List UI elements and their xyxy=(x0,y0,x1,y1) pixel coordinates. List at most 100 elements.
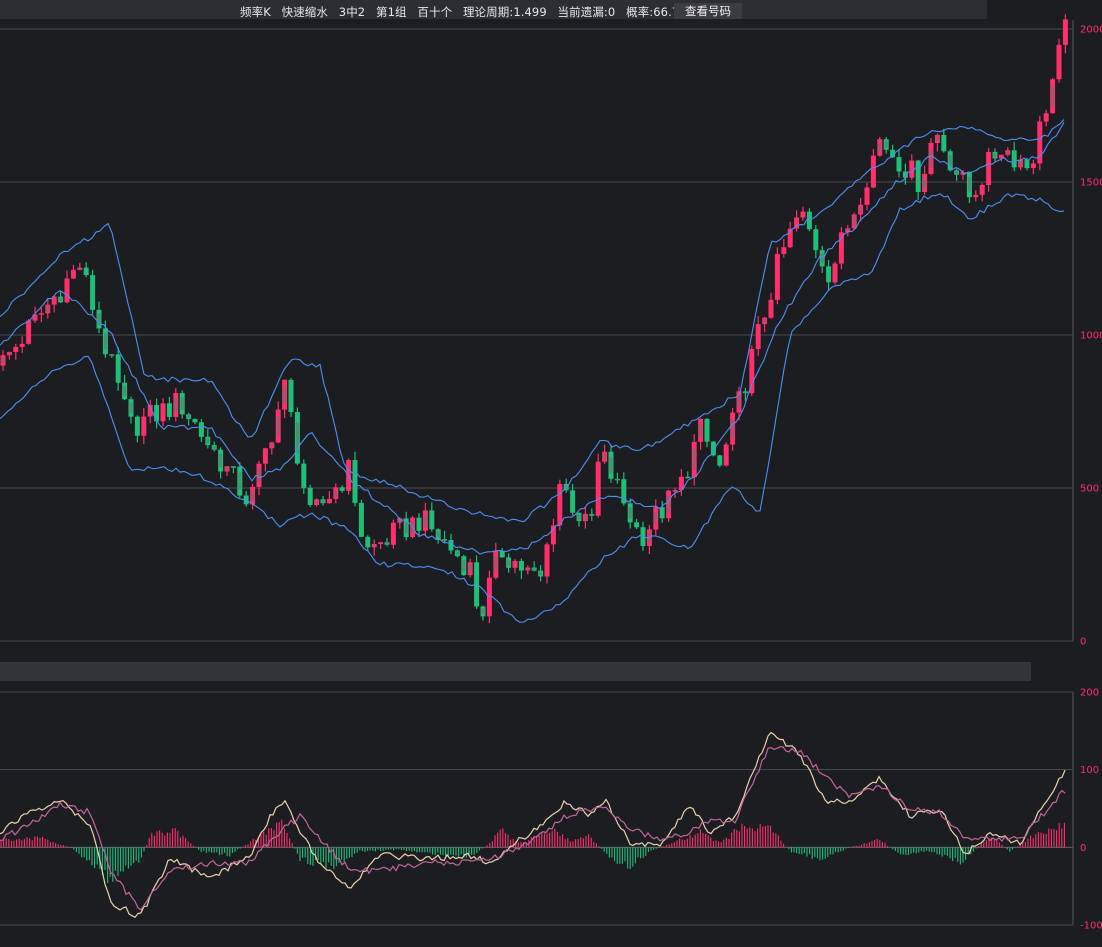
candle-shade xyxy=(59,297,63,302)
candle-shade xyxy=(423,514,427,527)
price-tick-label: 2000 xyxy=(1080,25,1102,36)
candle-body xyxy=(166,403,172,418)
candle-shade xyxy=(692,448,696,471)
candle-shade xyxy=(110,354,114,356)
price-tick-label: 1500 xyxy=(1080,178,1102,189)
candle-shade xyxy=(820,253,824,264)
candle-shade xyxy=(78,268,82,270)
candle-shade xyxy=(462,559,466,572)
candle-body xyxy=(198,422,204,437)
candle-body xyxy=(800,211,806,218)
candle-body xyxy=(115,354,121,383)
candle-shade xyxy=(1019,161,1023,166)
candle-body xyxy=(832,263,838,283)
candle-shade xyxy=(129,402,133,414)
candle-shade xyxy=(206,438,210,444)
candle-shade xyxy=(276,416,280,436)
candle-body xyxy=(774,253,780,300)
candle-shade xyxy=(372,544,376,547)
candle-body xyxy=(1062,19,1068,45)
macd-slow-line xyxy=(0,746,1066,911)
candle-shade xyxy=(180,397,184,411)
candle-shade xyxy=(532,568,536,571)
candle-body xyxy=(749,348,755,394)
candle-body xyxy=(192,419,198,423)
candle-body xyxy=(864,187,870,205)
candle-body xyxy=(1056,44,1062,80)
candle-body xyxy=(19,343,25,347)
candle-shade xyxy=(967,177,971,193)
candle-body xyxy=(160,403,166,422)
candle-body xyxy=(973,194,979,198)
candle-shade xyxy=(251,490,255,501)
price-tick-label: 500 xyxy=(1080,484,1099,495)
candle-body xyxy=(26,320,32,344)
candle-body xyxy=(806,211,812,230)
candle-body xyxy=(1043,113,1049,122)
candle-body xyxy=(704,418,710,442)
candle-shade xyxy=(481,608,485,615)
candle-body xyxy=(365,536,371,548)
candle-body xyxy=(307,487,313,505)
candle-shade xyxy=(852,217,856,226)
candle-shade xyxy=(539,571,543,576)
macd-tick-label: 100 xyxy=(1080,765,1099,776)
candle-body xyxy=(13,346,19,352)
candle-body xyxy=(838,232,844,264)
candle-shade xyxy=(321,500,325,503)
candle-shade xyxy=(283,385,287,404)
candle-shade xyxy=(385,542,389,545)
candle-body xyxy=(986,151,992,185)
candle-shade xyxy=(603,453,607,460)
candle-body xyxy=(442,539,448,541)
candle-shade xyxy=(7,352,11,355)
candle-body xyxy=(301,463,307,488)
candle-shade xyxy=(654,511,658,525)
candle-body xyxy=(813,229,819,251)
candle-shade xyxy=(743,391,747,393)
candle-shade xyxy=(737,395,741,409)
candle-body xyxy=(416,517,422,531)
candle-shade xyxy=(315,500,319,504)
candle-shade xyxy=(231,466,235,468)
candle-shade xyxy=(878,142,882,153)
candle-shade xyxy=(39,313,43,315)
candle-body xyxy=(1024,159,1030,169)
candle-shade xyxy=(577,514,581,520)
candle-shade xyxy=(212,445,216,449)
macd-tick-label: -100 xyxy=(1080,921,1102,932)
candle-body xyxy=(870,155,876,188)
candle-body xyxy=(570,490,576,513)
candle-body xyxy=(595,461,601,516)
candle-body xyxy=(486,577,492,617)
candle-body xyxy=(90,275,96,310)
candle-body xyxy=(941,134,947,152)
candle-shade xyxy=(884,141,888,148)
candle-shade xyxy=(1,357,5,364)
candle-shade xyxy=(923,177,927,189)
candle-shade xyxy=(948,155,952,167)
candle-body xyxy=(83,267,89,276)
candle-body xyxy=(685,476,691,479)
candle-body xyxy=(634,522,640,528)
candle-body xyxy=(781,247,787,254)
candle-body xyxy=(717,455,723,466)
candle-body xyxy=(557,484,563,526)
candle-shade xyxy=(673,490,677,492)
candle-body xyxy=(262,448,268,464)
candle-body xyxy=(326,498,332,504)
bollinger-band-middle xyxy=(0,122,1065,555)
candle-body xyxy=(134,416,140,436)
candle-shade xyxy=(334,489,338,497)
candle-body xyxy=(390,522,396,545)
candle-shade xyxy=(731,418,735,439)
candle-shade xyxy=(628,507,632,519)
candle-body xyxy=(429,510,435,530)
candle-shade xyxy=(174,397,178,413)
candle-shade xyxy=(455,551,459,556)
candle-body xyxy=(826,266,832,283)
candle-body xyxy=(64,278,70,303)
candle-body xyxy=(896,157,902,172)
candle-shade xyxy=(238,472,242,490)
chart-canvas: 0 500 1000 1500 2000 -100 0 100 200 xyxy=(0,14,1102,932)
